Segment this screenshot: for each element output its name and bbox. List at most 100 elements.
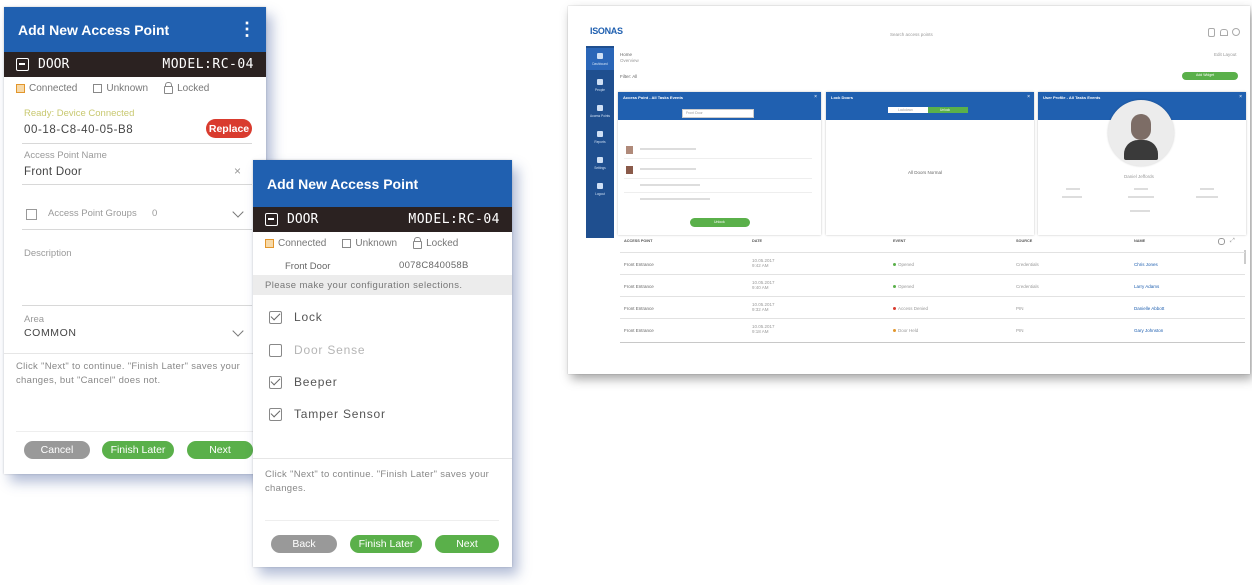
option-tamper-sensor[interactable]: Tamper Sensor — [269, 407, 386, 421]
access-point-name-input[interactable]: Front Door — [24, 166, 82, 178]
unknown-icon — [342, 238, 352, 248]
door-icon — [16, 58, 29, 71]
more-menu-icon[interactable]: ⋮ — [238, 19, 256, 40]
finish-later-button[interactable]: Finish Later — [102, 441, 174, 459]
device-bar: DOOR MODEL:RC-04 — [253, 207, 512, 232]
status-locked: Locked — [164, 81, 209, 94]
empty-state: All Doors Normal — [908, 170, 943, 175]
replace-button[interactable]: Replace — [206, 119, 252, 138]
clear-icon[interactable]: × — [234, 164, 241, 178]
avatar — [1108, 100, 1174, 166]
door-icon — [265, 213, 278, 226]
profile-name: Daniel Jeffords — [1124, 174, 1154, 179]
sidebar-item-logout[interactable]: Logout — [586, 178, 614, 200]
dialog-header: Add New Access Point ⋮ — [4, 7, 266, 52]
door-sense-checkbox[interactable] — [269, 343, 282, 357]
user-icon[interactable] — [1208, 28, 1215, 37]
groups-chevron-down-icon[interactable] — [232, 206, 244, 218]
sidebar-item-access-points[interactable]: Access Points — [586, 100, 614, 122]
page-title: Home — [620, 52, 633, 57]
people-icon — [597, 79, 603, 85]
add-access-point-dialog-step1: Add New Access Point ⋮ DOOR MODEL:RC-04 … — [4, 7, 266, 474]
sidebar: Dashboard People Access Points Reports S… — [586, 46, 614, 238]
dialog-hint: Click "Next" to continue. "Finish Later"… — [265, 469, 490, 494]
status-row: Connected Unknown Locked — [253, 232, 512, 254]
close-icon[interactable]: × — [1027, 94, 1030, 100]
lock-icon — [413, 236, 423, 249]
option-beeper[interactable]: Beeper — [269, 375, 338, 389]
finish-later-button[interactable]: Finish Later — [350, 535, 422, 553]
column-header-source[interactable]: SOURCE — [1016, 239, 1032, 243]
config-prompt-bar: Please make your configuration selection… — [253, 275, 512, 295]
filter-label[interactable]: Filter: All — [620, 74, 637, 79]
mac-address-value: 00-18-C8-40-05-B8 — [24, 124, 134, 136]
sidebar-item-people[interactable]: People — [586, 74, 614, 96]
bell-icon[interactable] — [1220, 29, 1228, 36]
device-type: DOOR — [287, 212, 319, 227]
back-button[interactable]: Back — [271, 535, 337, 553]
door-name: Front Door — [285, 261, 331, 272]
lockdown-tab[interactable]: Lockdown — [888, 107, 928, 113]
sidebar-item-dashboard[interactable]: Dashboard — [586, 48, 614, 70]
ready-label: Ready: Device Connected — [24, 108, 135, 119]
unlock-button[interactable]: Unlock — [690, 218, 750, 227]
logout-icon — [597, 183, 603, 189]
access-point-select[interactable]: Front Door — [682, 109, 754, 118]
next-button[interactable]: Next — [435, 535, 499, 553]
status-connected: Connected — [16, 83, 77, 94]
groups-checkbox[interactable] — [26, 209, 37, 220]
app-logo: ISONAS — [590, 26, 623, 36]
close-icon[interactable]: × — [814, 94, 817, 100]
dialog-header: Add New Access Point — [253, 160, 512, 207]
access-point-name-label: Access Point Name — [24, 150, 107, 161]
next-button[interactable]: Next — [187, 441, 253, 459]
column-header-date[interactable]: DATE — [752, 239, 762, 243]
reports-icon — [597, 131, 603, 137]
status-locked: Locked — [413, 236, 458, 249]
column-header-event[interactable]: EVENT — [893, 239, 906, 243]
device-model: MODEL:RC-04 — [408, 212, 500, 227]
dialog-title: Add New Access Point — [267, 175, 419, 192]
gear-icon — [597, 157, 603, 163]
lock-checkbox[interactable] — [269, 310, 282, 324]
close-icon[interactable]: × — [1239, 94, 1242, 100]
avatar — [626, 166, 633, 174]
cancel-button[interactable]: Cancel — [24, 441, 90, 459]
tamper-sensor-checkbox[interactable] — [269, 407, 282, 421]
column-header-access-point[interactable]: ACCESS POINT — [624, 239, 652, 243]
device-bar: DOOR MODEL:RC-04 — [4, 52, 266, 77]
sidebar-item-reports[interactable]: Reports — [586, 126, 614, 148]
column-header-name[interactable]: NAME — [1134, 239, 1145, 243]
event-list — [624, 126, 814, 206]
option-lock[interactable]: Lock — [269, 310, 323, 324]
status-dot — [893, 285, 896, 289]
description-input[interactable]: Description — [24, 248, 72, 259]
beeper-checkbox[interactable] — [269, 375, 282, 389]
search-input[interactable]: Search access points — [890, 32, 933, 37]
dashboard-icon — [597, 53, 603, 59]
sidebar-item-settings[interactable]: Settings — [586, 152, 614, 174]
status-unknown: Unknown — [93, 83, 148, 94]
unknown-icon — [93, 83, 103, 93]
expand-icon[interactable]: ⤢ — [1230, 238, 1235, 245]
config-prompt: Please make your configuration selection… — [265, 280, 463, 291]
area-chevron-down-icon[interactable] — [232, 325, 244, 337]
settings-icon[interactable] — [1218, 238, 1225, 245]
account-icon[interactable] — [1232, 28, 1240, 36]
status-dot — [893, 307, 896, 311]
area-select[interactable]: COMMON — [24, 327, 77, 339]
connected-icon — [16, 83, 25, 93]
area-label: Area — [24, 314, 45, 325]
user-profile-card: User Profile - All Tasks Events × Daniel … — [1038, 92, 1246, 235]
access-point-groups-select[interactable]: Access Point Groups — [48, 208, 137, 219]
lock-doors-card: Lock Doors × Lockdown Unlock All Doors No… — [826, 92, 1034, 235]
option-door-sense[interactable]: Door Sense — [269, 343, 365, 357]
status-dot — [893, 329, 896, 333]
unlock-tab[interactable]: Unlock — [928, 107, 968, 113]
status-row: Connected Unknown Locked — [4, 77, 266, 99]
add-access-point-dialog-step2: Add New Access Point DOOR MODEL:RC-04 Co… — [253, 160, 512, 567]
avatar — [626, 146, 633, 154]
connected-icon — [265, 238, 274, 248]
edit-layout-link[interactable]: Edit Layout — [1214, 52, 1237, 57]
add-widget-button[interactable]: Add Widget — [1182, 72, 1238, 80]
